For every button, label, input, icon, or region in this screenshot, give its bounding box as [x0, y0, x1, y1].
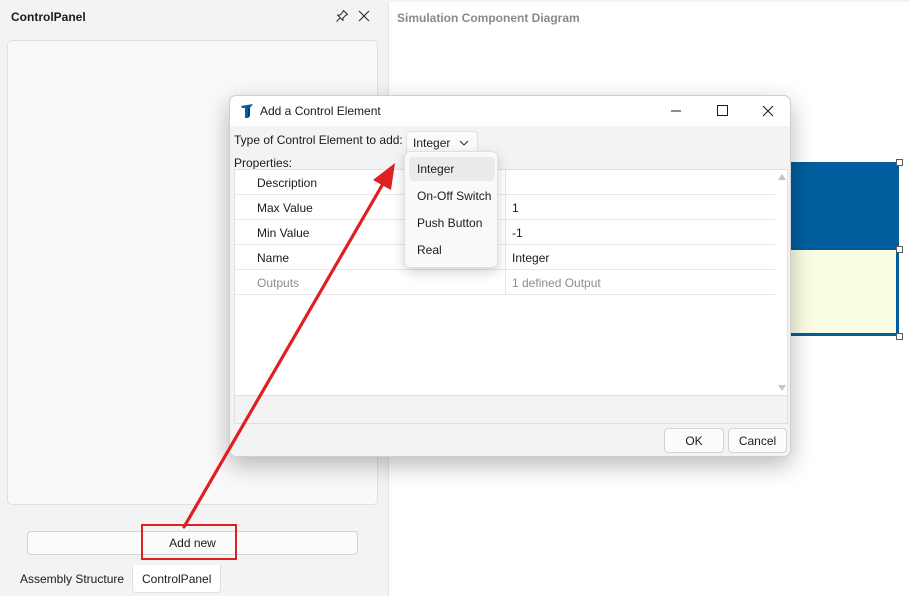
- properties-label: Properties:: [234, 156, 293, 170]
- dropdown-option[interactable]: Integer: [409, 157, 495, 181]
- property-name: Description: [257, 176, 318, 190]
- property-row[interactable]: Outputs 1 defined Output: [235, 270, 775, 295]
- property-value[interactable]: -1: [512, 226, 523, 240]
- app-logo-icon: [241, 104, 253, 118]
- tab-assembly-structure[interactable]: Assembly Structure: [11, 565, 133, 593]
- dialog-title: Add a Control Element: [260, 104, 381, 118]
- property-row[interactable]: Min Value -1: [235, 220, 775, 245]
- resize-handle[interactable]: [896, 333, 903, 340]
- dropdown-option[interactable]: On-Off Switch: [409, 184, 495, 208]
- add-control-element-dialog: Add a Control Element Type of Control El…: [229, 95, 791, 457]
- maximize-button[interactable]: [699, 96, 745, 126]
- minimize-icon: [671, 110, 681, 112]
- property-row[interactable]: Max Value 1: [235, 195, 775, 220]
- scroll-up-icon[interactable]: [778, 174, 786, 180]
- property-name: Min Value: [257, 226, 310, 240]
- column-divider: [505, 270, 506, 295]
- type-dropdown-value: Integer: [413, 136, 451, 150]
- property-row[interactable]: Description: [235, 170, 775, 195]
- diagram-component-header: [787, 162, 899, 250]
- property-value[interactable]: Integer: [512, 251, 549, 265]
- column-divider: [505, 220, 506, 245]
- property-description-area: [235, 395, 787, 423]
- control-panel-header: ControlPanel: [0, 0, 384, 34]
- cancel-button[interactable]: Cancel: [728, 428, 787, 453]
- property-row[interactable]: Name Integer: [235, 245, 775, 270]
- pin-icon[interactable]: [335, 9, 349, 23]
- resize-handle[interactable]: [896, 159, 903, 166]
- bottom-tab-bar: Assembly Structure ControlPanel: [0, 563, 384, 596]
- property-name: Name: [257, 251, 290, 265]
- property-value: 1 defined Output: [512, 276, 601, 290]
- type-label: Type of Control Element to add:: [234, 133, 403, 147]
- close-dialog-button[interactable]: [745, 96, 791, 126]
- property-name: Max Value: [257, 201, 313, 215]
- type-dropdown[interactable]: Integer: [406, 131, 478, 153]
- diagram-component[interactable]: [787, 159, 903, 340]
- maximize-icon: [717, 105, 728, 116]
- properties-grid[interactable]: Description Max Value 1 Min Value -1 Nam…: [234, 169, 788, 424]
- property-name: Outputs: [257, 276, 300, 290]
- diagram-component-body: [787, 250, 899, 336]
- dropdown-option[interactable]: Push Button: [409, 211, 495, 235]
- add-new-button[interactable]: Add new: [27, 531, 358, 555]
- ok-button[interactable]: OK: [664, 428, 724, 453]
- close-icon[interactable]: [357, 9, 371, 23]
- resize-handle[interactable]: [896, 246, 903, 253]
- column-divider: [505, 170, 506, 195]
- column-divider: [505, 245, 506, 270]
- chevron-down-icon: [459, 140, 469, 146]
- minimize-button[interactable]: [653, 96, 699, 126]
- property-value[interactable]: 1: [512, 201, 519, 215]
- scroll-down-icon[interactable]: [778, 385, 786, 391]
- control-panel-title: ControlPanel: [11, 10, 86, 24]
- tab-control-panel[interactable]: ControlPanel: [132, 565, 222, 593]
- diagram-panel-title: Simulation Component Diagram: [397, 11, 580, 25]
- column-divider: [505, 195, 506, 220]
- dropdown-option[interactable]: Real: [409, 238, 495, 262]
- type-dropdown-menu: Integer On-Off Switch Push Button Real: [404, 151, 498, 268]
- dialog-titlebar[interactable]: Add a Control Element: [230, 96, 790, 126]
- close-icon: [762, 105, 774, 117]
